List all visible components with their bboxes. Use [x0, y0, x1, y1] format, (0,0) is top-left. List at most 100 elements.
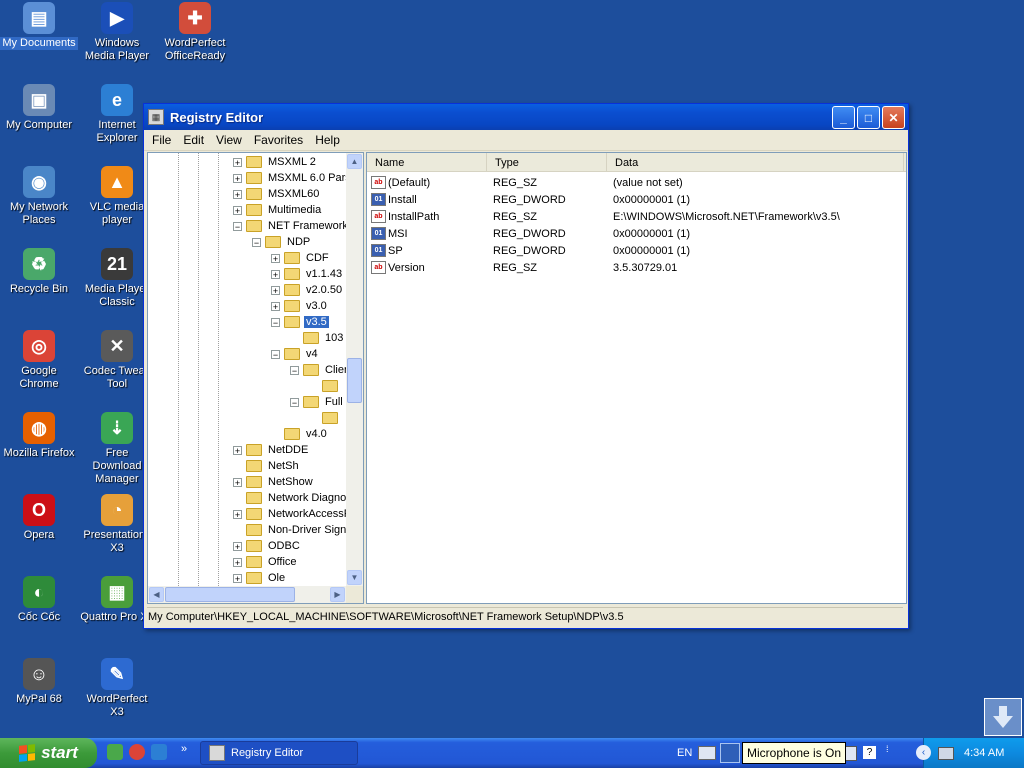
maximize-button[interactable]: □	[857, 106, 880, 129]
expand-icon[interactable]: +	[233, 573, 242, 583]
menu-help[interactable]: Help	[309, 131, 346, 149]
tree-node[interactable]: + ODBC	[233, 538, 302, 554]
expand-icon[interactable]: +	[233, 189, 242, 199]
desktop-icon-my-computer[interactable]: ▣ My Computer	[0, 84, 78, 132]
value-row[interactable]: 01 MSI REG_DWORD 0x00000001 (1)	[367, 225, 906, 242]
tree-node[interactable]: + v3.0	[271, 298, 329, 314]
minimize-button[interactable]: _	[832, 106, 855, 129]
expand-icon[interactable]: +	[271, 269, 280, 279]
desktop-icon-my-documents[interactable]: ▤ My Documents	[0, 2, 78, 50]
tray-expand-icon[interactable]: ‹	[916, 745, 931, 760]
desktop-icon-my-network-places[interactable]: ◉ My Network Places	[0, 166, 78, 227]
tree-node[interactable]: − Clier	[290, 362, 346, 378]
tree-node[interactable]: 103	[290, 330, 345, 346]
expand-icon[interactable]: +	[233, 509, 242, 519]
tree-node[interactable]: Non-Driver Signi	[233, 522, 346, 538]
expand-icon[interactable]: +	[233, 541, 242, 551]
start-button[interactable]: start	[0, 738, 97, 768]
scroll-left-arrow-icon[interactable]: ◀	[149, 587, 164, 602]
scroll-thumb[interactable]	[347, 358, 362, 403]
hscroll-thumb[interactable]	[165, 587, 295, 602]
desktop-icon-mozilla-firefox[interactable]: ◍ Mozilla Firefox	[0, 412, 78, 460]
registry-editor-window[interactable]: ▦ Registry Editor _ □ ✕ File Edit View F…	[143, 103, 909, 629]
tree-node[interactable]: NetSh	[233, 458, 301, 474]
tree-node[interactable]: − NDP	[252, 234, 312, 250]
collapse-icon[interactable]: −	[290, 365, 299, 375]
tree-node[interactable]: Network Diagno	[233, 490, 346, 506]
expand-icon[interactable]: +	[233, 173, 242, 183]
title-bar[interactable]: ▦ Registry Editor _ □ ✕	[144, 104, 908, 130]
tree-node[interactable]: − v3.5	[271, 314, 329, 330]
desktop-icon-wordperfect-x3[interactable]: ✎ WordPerfect X3	[78, 658, 156, 719]
tree-node[interactable]: + Multimedia	[233, 202, 323, 218]
help-icon[interactable]: ?	[863, 746, 876, 759]
close-button[interactable]: ✕	[882, 106, 905, 129]
tree-vertical-scrollbar[interactable]: ▲ ▼	[346, 153, 363, 586]
menu-file[interactable]: File	[146, 131, 177, 149]
scroll-right-arrow-icon[interactable]: ▶	[330, 587, 345, 602]
menu-view[interactable]: View	[210, 131, 248, 149]
tree-node[interactable]: − v4	[271, 346, 320, 362]
keyboard-icon[interactable]	[698, 746, 716, 760]
column-header-data[interactable]: Data	[607, 153, 904, 171]
tree-node[interactable]: + v2.0.50	[271, 282, 344, 298]
tree-node[interactable]: + NetDDE	[233, 442, 310, 458]
tree-node[interactable]: + NetworkAccessF	[233, 506, 346, 522]
value-row[interactable]: 01 Install REG_DWORD 0x00000001 (1)	[367, 191, 906, 208]
quick-launch-chrome-icon[interactable]	[129, 744, 145, 760]
value-row[interactable]: ab Version REG_SZ 3.5.30729.01	[367, 259, 906, 276]
network-icon[interactable]	[938, 747, 954, 760]
quick-launch-coccoc-icon[interactable]	[107, 744, 123, 760]
desktop-icon-c-c-c-c[interactable]: ◐ Cốc Cốc	[0, 576, 78, 624]
desktop-icon-google-chrome[interactable]: ◎ Google Chrome	[0, 330, 78, 391]
tree-node[interactable]: + MSXML 6.0 Pars	[233, 170, 346, 186]
tree-node[interactable]: + Ole	[233, 570, 287, 586]
expand-icon[interactable]: +	[271, 301, 280, 311]
collapse-icon[interactable]: −	[271, 349, 280, 359]
desktop-icon-mypal-68[interactable]: ☺ MyPal 68	[0, 658, 78, 706]
tree-node[interactable]: + v1.1.43	[271, 266, 344, 282]
column-header-name[interactable]: Name	[367, 153, 487, 171]
collapse-icon[interactable]: −	[290, 397, 299, 407]
tree-node[interactable]: v4.0	[271, 426, 329, 442]
scroll-down-arrow-icon[interactable]: ▼	[347, 570, 362, 585]
taskbar-button-registry-editor[interactable]: Registry Editor	[200, 741, 358, 765]
desktop-icon-wordperfect-officeready[interactable]: ✚ WordPerfect OfficeReady	[156, 2, 234, 63]
expand-icon[interactable]: +	[233, 157, 242, 167]
collapse-icon[interactable]: −	[271, 317, 280, 327]
microphone-icon[interactable]	[720, 743, 740, 763]
tree-node[interactable]: + Office	[233, 554, 299, 570]
tree-node[interactable]: − Full	[290, 394, 345, 410]
tree-node[interactable]	[309, 410, 346, 426]
download-arrow-icon[interactable]	[984, 698, 1022, 736]
tree-node[interactable]: + MSXML 2	[233, 154, 318, 170]
collapse-icon[interactable]: −	[252, 237, 261, 247]
desktop-icon-recycle-bin[interactable]: ♻ Recycle Bin	[0, 248, 78, 296]
tray-more-icon[interactable]: ⁞	[886, 744, 889, 754]
expand-icon[interactable]: +	[271, 285, 280, 295]
menu-edit[interactable]: Edit	[177, 131, 210, 149]
value-row[interactable]: ab InstallPath REG_SZ E:\WINDOWS\Microsoft.…	[367, 208, 906, 225]
tree-horizontal-scrollbar[interactable]: ◀ ▶	[148, 586, 346, 603]
tree-node[interactable]: + CDF	[271, 250, 331, 266]
tree-node[interactable]	[309, 378, 346, 394]
expand-icon[interactable]: +	[233, 557, 242, 567]
tree-node[interactable]: + MSXML60	[233, 186, 321, 202]
expand-icon[interactable]: +	[233, 205, 242, 215]
tree-node[interactable]: − NET Framework	[233, 218, 346, 234]
clock[interactable]: 4:34 AM	[964, 747, 1004, 759]
expand-icon[interactable]: +	[233, 445, 242, 455]
value-row[interactable]: ab (Default) REG_SZ (value not set)	[367, 174, 906, 191]
expand-icon[interactable]: +	[271, 253, 280, 263]
tree-node[interactable]: + NetShow	[233, 474, 315, 490]
column-header-type[interactable]: Type	[487, 153, 607, 171]
quick-launch-overflow-icon[interactable]: »	[181, 743, 187, 755]
registry-tree-pane[interactable]: + MSXML 2 + MSXML 6.0 Pars + MSXML60 + Multimed…	[147, 152, 364, 604]
desktop-icon-opera[interactable]: O Opera	[0, 494, 78, 542]
value-row[interactable]: 01 SP REG_DWORD 0x00000001 (1)	[367, 242, 906, 259]
scroll-up-arrow-icon[interactable]: ▲	[347, 154, 362, 169]
desktop-icon-windows-media-player[interactable]: ▶ Windows Media Player	[78, 2, 156, 63]
expand-icon[interactable]: +	[233, 477, 242, 487]
collapse-icon[interactable]: −	[233, 221, 242, 231]
quick-launch-ie-icon[interactable]	[151, 744, 167, 760]
